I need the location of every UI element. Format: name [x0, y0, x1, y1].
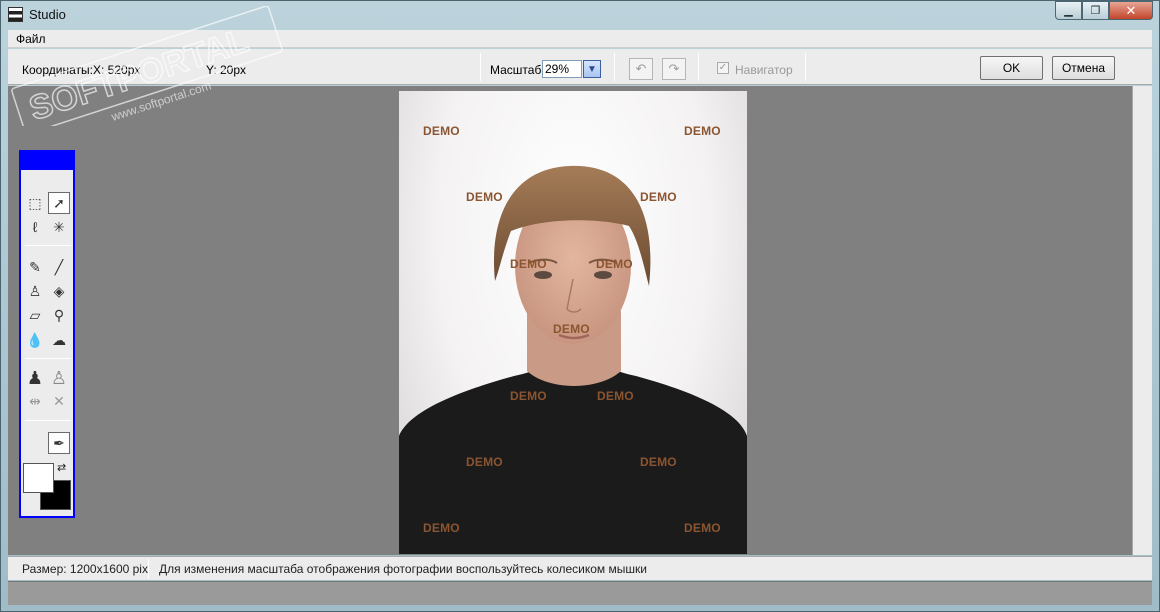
close-button[interactable]: ✕ — [1109, 1, 1153, 20]
status-separator — [148, 559, 149, 579]
x-coordinate: X: 520px — [93, 63, 141, 77]
undo-icon: ↶ — [635, 61, 647, 76]
undo-button[interactable]: ↶ — [629, 58, 653, 80]
coords-label: Координаты: — [22, 63, 93, 77]
bottom-panel — [8, 581, 1152, 605]
film-app-icon — [8, 7, 23, 22]
title-bar[interactable]: Studio ▁ ❐ ✕ — [1, 1, 1159, 29]
demo-watermark: DEMO — [510, 257, 547, 271]
zoom-icon[interactable]: ⚲ — [48, 304, 70, 326]
navigator-label: Навигатор — [735, 63, 793, 77]
palette-separator — [25, 420, 71, 421]
eyedropper-icon[interactable]: ✒ — [48, 432, 70, 454]
window-title: Studio — [29, 7, 66, 22]
cross-icon[interactable]: ✕ — [48, 390, 70, 412]
eraser-icon[interactable]: ▱ — [24, 304, 46, 326]
move-tool-icon[interactable]: ➚ — [48, 192, 70, 214]
redo-icon: ↷ — [668, 61, 680, 76]
demo-watermark: DEMO — [553, 322, 590, 336]
demo-watermark: DEMO — [466, 190, 503, 204]
smudge-icon[interactable]: ☁ — [48, 329, 70, 351]
zoom-hint-status: Для изменения масштаба отображения фотог… — [159, 562, 647, 576]
app-window: Studio ▁ ❐ ✕ Файл Координаты: X: 520px Y… — [0, 0, 1160, 612]
status-bar: Размер: 1200x1600 pix Для изменения масш… — [8, 556, 1152, 580]
demo-watermark: DEMO — [423, 521, 460, 535]
menu-file[interactable]: Файл — [16, 32, 46, 46]
demo-watermark: DEMO — [640, 190, 677, 204]
brush-icon[interactable]: ╱ — [48, 256, 70, 278]
minimize-icon: ▁ — [1064, 5, 1073, 17]
suit-template-icon[interactable]: ♟ — [24, 367, 46, 389]
zoom-input[interactable]: 29% — [542, 60, 582, 78]
toolbar: Координаты: X: 520px Y: 20px Масштаб: 29… — [8, 49, 1152, 85]
foreground-color-swatch[interactable] — [23, 463, 54, 493]
demo-watermark: DEMO — [466, 455, 503, 469]
toolbar-separator — [480, 53, 481, 81]
palette-separator — [25, 358, 71, 359]
canvas-right-margin — [1132, 86, 1152, 555]
demo-watermark: DEMO — [596, 257, 633, 271]
palette-separator — [25, 245, 71, 246]
tool-palette-title-bar[interactable] — [21, 152, 73, 170]
y-coordinate: Y: 20px — [206, 63, 247, 77]
chevron-down-icon: ▼ — [587, 63, 597, 75]
fill-bucket-icon[interactable]: ◈ — [48, 280, 70, 302]
blur-drop-icon[interactable]: 💧 — [24, 329, 46, 351]
portrait-photo[interactable]: DEMO DEMO DEMO DEMO DEMO DEMO DEMO DEMO … — [399, 91, 747, 554]
image-size-status: Размер: 1200x1600 pix — [22, 562, 148, 576]
airbrush-icon[interactable]: ✎ — [24, 256, 46, 278]
magic-wand-icon[interactable]: ✳ — [48, 216, 70, 238]
demo-watermark: DEMO — [684, 521, 721, 535]
ok-button[interactable]: OK — [980, 56, 1043, 80]
rect-select-icon[interactable]: ⬚ — [24, 192, 46, 214]
maximize-button[interactable]: ❐ — [1082, 1, 1109, 20]
demo-watermark: DEMO — [640, 455, 677, 469]
toolbar-separator — [614, 53, 615, 81]
navigator-checkbox[interactable]: ✓ — [717, 62, 729, 74]
demo-watermark: DEMO — [684, 124, 721, 138]
maximize-icon: ❐ — [1090, 5, 1101, 17]
close-icon: ✕ — [1125, 2, 1137, 18]
menu-bar: Файл — [8, 30, 1152, 48]
demo-watermark: DEMO — [423, 124, 460, 138]
tool-palette: ⬚ ➚ ℓ ✳ ✎ ╱ ♙ ◈ ▱ ⚲ 💧 ☁ ♟ ♙ ⇹ ✕ ✒ ⇄ — [19, 150, 75, 518]
toolbar-separator — [698, 53, 699, 81]
cancel-button[interactable]: Отмена — [1052, 56, 1115, 80]
swap-colors-icon[interactable]: ⇄ — [57, 461, 66, 474]
zoom-label: Масштаб: — [490, 63, 545, 77]
person-template-icon[interactable]: ♙ — [48, 367, 70, 389]
lasso-icon[interactable]: ℓ — [24, 216, 46, 238]
demo-watermark: DEMO — [510, 389, 547, 403]
stamp-icon[interactable]: ♙ — [24, 280, 46, 302]
zoom-dropdown-button[interactable]: ▼ — [583, 60, 601, 78]
redo-button[interactable]: ↷ — [662, 58, 686, 80]
minimize-button[interactable]: ▁ — [1055, 1, 1082, 20]
demo-watermark: DEMO — [597, 389, 634, 403]
resize-horizontal-icon[interactable]: ⇹ — [24, 390, 46, 412]
toolbar-separator — [805, 53, 806, 81]
